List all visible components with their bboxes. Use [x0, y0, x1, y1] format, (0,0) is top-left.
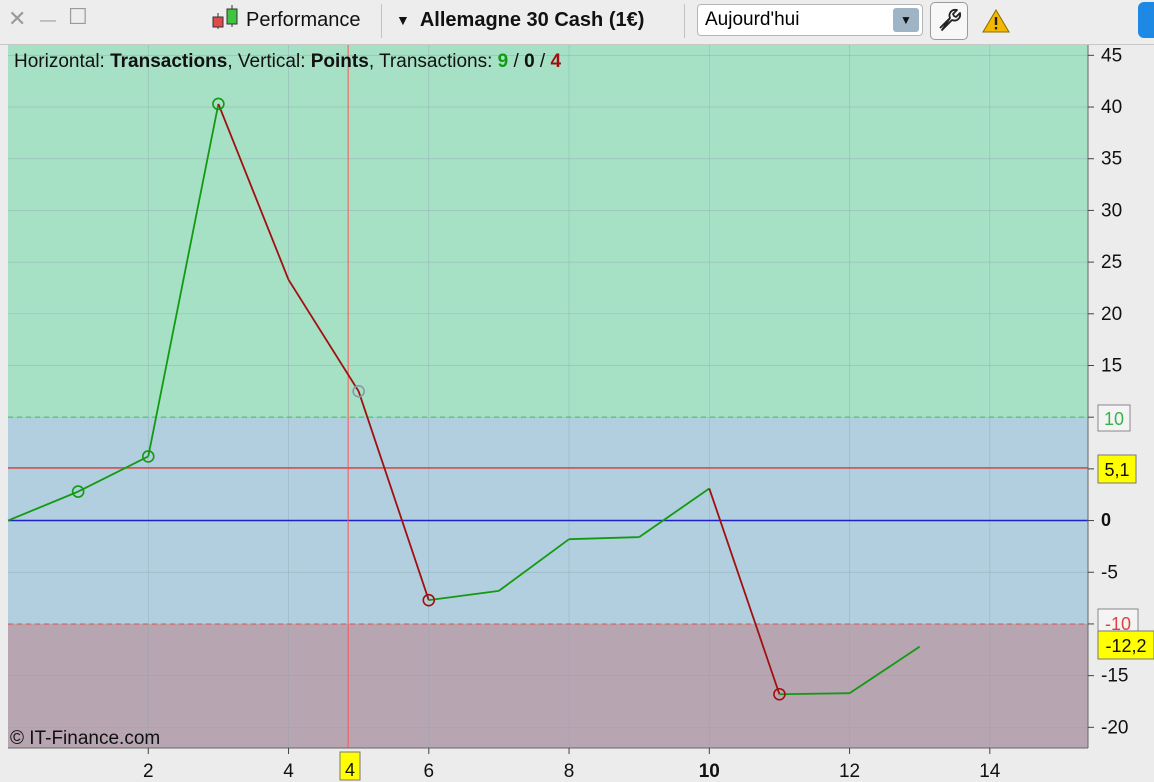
- warning-icon[interactable]: [982, 8, 1010, 34]
- wrench-icon: [936, 6, 962, 37]
- divider: [684, 4, 685, 38]
- average-badge: 5,1: [1097, 454, 1137, 484]
- chart-header: Horizontal: Transactions, Vertical: Poin…: [14, 51, 562, 72]
- chevron-down-icon[interactable]: ▼: [893, 8, 919, 32]
- x-tick-label: 14: [979, 761, 1001, 782]
- line-segment: [779, 692, 850, 696]
- period-select[interactable]: Aujourd'hui ▼: [697, 4, 923, 36]
- x-tick-label: 12: [839, 761, 860, 782]
- x-tick-label: 8: [564, 761, 575, 782]
- instrument-label: Allemagne 30 Cash (1€): [419, 8, 645, 31]
- x-tick-label: 2: [143, 761, 154, 782]
- win-zone: [8, 45, 1088, 418]
- cursor-x-badge: 4: [339, 751, 361, 781]
- toolbar: ✕ — ☐ Performance ▼ Allemagne 30 Cash (1…: [0, 0, 1154, 45]
- maximize-icon[interactable]: ☐: [68, 6, 88, 28]
- y-tick-label: -15: [1101, 666, 1128, 687]
- divider: [381, 4, 382, 38]
- y-tick-label: -5: [1101, 562, 1118, 583]
- svg-text:-12,2: -12,2: [1105, 636, 1146, 656]
- settings-button[interactable]: [930, 2, 968, 40]
- copyright-label: © IT-Finance.com: [10, 728, 160, 749]
- period-value: Aujourd'hui: [705, 9, 800, 30]
- y-tick-label: 30: [1101, 200, 1122, 221]
- dropdown-triangle-icon: ▼: [396, 12, 410, 28]
- y-tick-label: -20: [1101, 717, 1128, 738]
- performance-title[interactable]: Performance: [210, 3, 361, 37]
- svg-text:4: 4: [345, 760, 355, 780]
- minimize-icon[interactable]: —: [40, 10, 56, 32]
- y-tick-label: 20: [1101, 304, 1122, 325]
- performance-label: Performance: [246, 8, 361, 31]
- instrument-selector[interactable]: ▼ Allemagne 30 Cash (1€): [396, 6, 644, 34]
- x-axis: 2 4 6 8 10 12 14: [143, 748, 1001, 782]
- zero-label: 0: [1101, 510, 1111, 530]
- loss-zone: [8, 623, 1088, 748]
- close-icon[interactable]: ✕: [8, 8, 26, 30]
- win-count: 9: [498, 51, 509, 72]
- svg-text:5,1: 5,1: [1104, 460, 1129, 480]
- loss-count: 4: [551, 51, 562, 72]
- y-tick-label: 35: [1101, 149, 1122, 170]
- x-tick-label: 10: [699, 761, 720, 782]
- x-tick-label: 4: [283, 761, 294, 782]
- last-value-badge: -12,2: [1097, 630, 1154, 660]
- svg-text:10: 10: [1104, 409, 1124, 429]
- candlestick-icon: [210, 3, 240, 37]
- y-tick-label: 45: [1101, 45, 1122, 66]
- upper-threshold-badge: 10: [1097, 404, 1131, 432]
- y-tick-label: 40: [1101, 97, 1122, 118]
- side-panel-button[interactable]: [1138, 2, 1154, 38]
- y-tick-label: 25: [1101, 252, 1122, 273]
- x-tick-label: 6: [423, 761, 434, 782]
- performance-chart: 454035302520155-5-15-20 2468101214 Horiz…: [7, 45, 1154, 782]
- neutral-count: 0: [524, 51, 535, 72]
- y-tick-label: 15: [1101, 355, 1122, 376]
